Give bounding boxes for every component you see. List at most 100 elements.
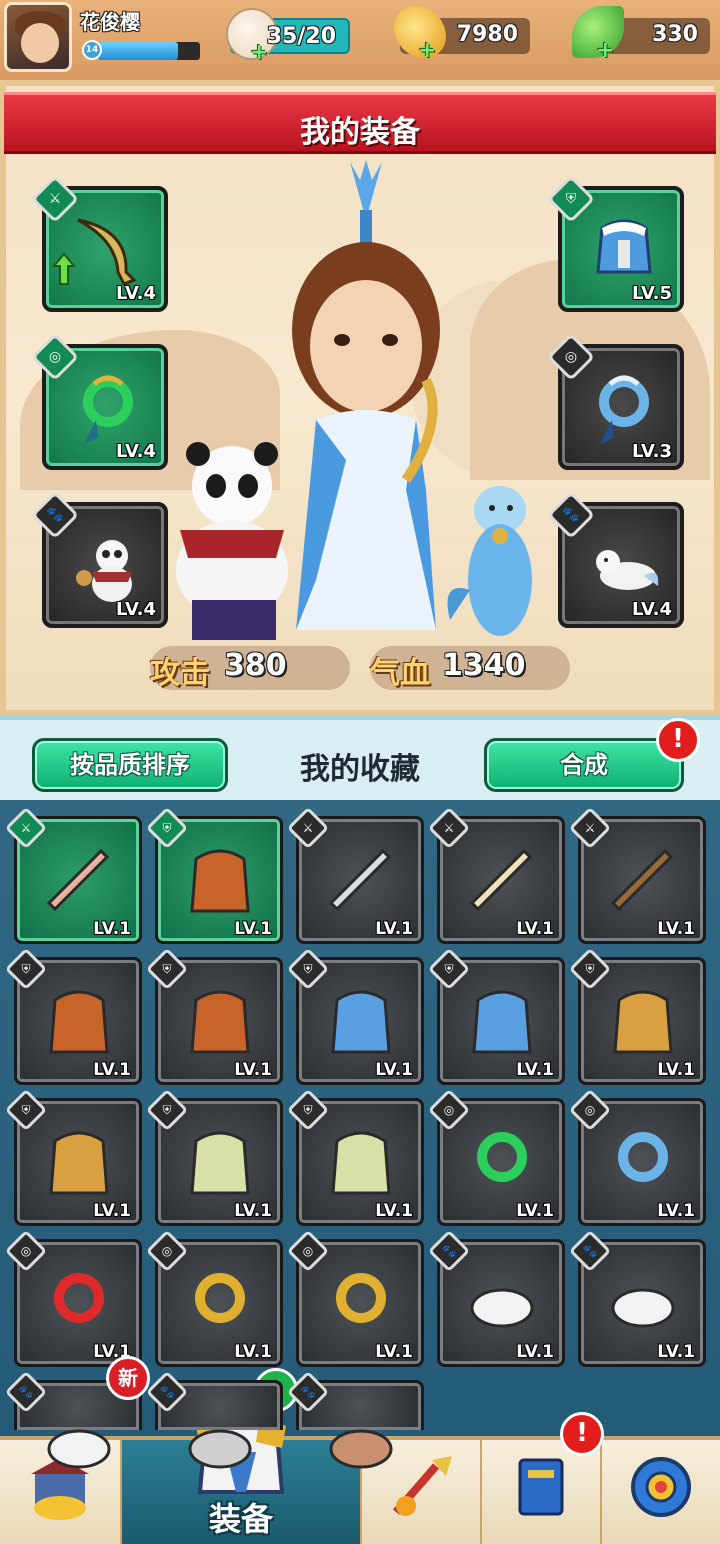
equipment-banner: 我的装备 bbox=[4, 92, 716, 154]
ferret-companion[interactable] bbox=[440, 470, 550, 640]
gold-dragon-pendant-icon bbox=[195, 1273, 245, 1323]
book-alert-icon: ! bbox=[560, 1412, 604, 1456]
weapon-slot[interactable]: ⚔ LV.4 bbox=[30, 174, 168, 312]
orange-robe-shape bbox=[190, 990, 250, 1054]
craft-button[interactable]: 合成 bbox=[484, 738, 684, 792]
add-gold-icon[interactable]: + bbox=[418, 40, 440, 62]
collection-item-orange-robe[interactable]: ⛨ LV.1 bbox=[145, 806, 283, 944]
item-level: LV.1 bbox=[516, 919, 554, 939]
blue-fur-armor-icon bbox=[331, 990, 391, 1054]
item-level: LV.1 bbox=[234, 1342, 272, 1362]
hp-label: 气血 bbox=[370, 656, 430, 691]
collection-item-white-squirrel[interactable]: 🐾 LV.1 bbox=[427, 1229, 565, 1367]
item-level: LV.1 bbox=[657, 1201, 695, 1221]
folding-fan-shape bbox=[469, 848, 533, 912]
item-level: LV.1 bbox=[93, 919, 131, 939]
item-level: LV.1 bbox=[234, 919, 272, 939]
collection-item-crossbow[interactable]: ⚔ LV.1 bbox=[568, 806, 706, 944]
hero-character[interactable] bbox=[276, 160, 456, 640]
collection-item-orange-robe[interactable]: ⛨ LV.1 bbox=[145, 947, 283, 1085]
green-tunic-shape bbox=[190, 1131, 250, 1195]
item-level: LV.1 bbox=[516, 1060, 554, 1080]
collection-item-blue-fur-armor[interactable]: ⛨ LV.1 bbox=[427, 947, 565, 1085]
item-level: LV.1 bbox=[516, 1342, 554, 1362]
nav-settings[interactable] bbox=[602, 1440, 720, 1544]
painted-fan-shape bbox=[46, 848, 110, 912]
blue-fur-armor-shape bbox=[472, 990, 532, 1054]
pet-slot[interactable]: 🐾 LV.4 bbox=[546, 490, 684, 628]
dragon-jade-pendant-icon bbox=[83, 375, 133, 444]
collection-item-gold-dragon-pendant[interactable]: ◎ LV.1 bbox=[286, 1229, 424, 1367]
collection-item-painted-fan[interactable]: ⚔ LV.1 bbox=[4, 806, 142, 944]
dragon-jade-pendant-shape bbox=[477, 1132, 527, 1182]
ice-dragon-pendant-shape bbox=[618, 1132, 668, 1182]
book-icon bbox=[518, 1458, 564, 1516]
item-level: LV.1 bbox=[375, 1342, 413, 1362]
jade-value: 330 bbox=[652, 22, 698, 47]
item-level: LV.1 bbox=[375, 1201, 413, 1221]
collection-item-green-tunic[interactable]: ⛨ LV.1 bbox=[145, 1088, 283, 1226]
green-tunic-icon bbox=[190, 1131, 250, 1195]
monkey-icon bbox=[329, 1429, 393, 1469]
xp-bar-fill bbox=[98, 42, 178, 60]
collection-item-folding-fan[interactable]: ⚔ LV.1 bbox=[427, 806, 565, 944]
white-squirrel-shape bbox=[611, 1288, 675, 1328]
slot-level: LV.4 bbox=[116, 283, 156, 304]
jade-resource[interactable]: + 330 bbox=[572, 6, 710, 62]
phoenix-pendant-shape bbox=[54, 1273, 104, 1323]
armor-slot[interactable]: ⛨ LV.5 bbox=[546, 174, 684, 312]
nav-equipment-label: 装备 bbox=[208, 1500, 273, 1538]
painted-fan-icon bbox=[46, 848, 110, 912]
item-level: LV.1 bbox=[375, 919, 413, 939]
attack-value: 380 bbox=[224, 648, 287, 683]
straight-sword-icon bbox=[328, 848, 392, 912]
item-level: LV.1 bbox=[516, 1201, 554, 1221]
collection-item-straight-sword[interactable]: ⚔ LV.1 bbox=[286, 806, 424, 944]
add-jade-icon[interactable]: + bbox=[596, 40, 618, 62]
player-level-badge: 14 bbox=[82, 40, 102, 60]
collection-item-monkey[interactable]: 🐾 bbox=[286, 1370, 424, 1469]
folding-fan-icon bbox=[469, 848, 533, 912]
green-tunic-icon bbox=[331, 1131, 391, 1195]
collection-item-green-tunic[interactable]: ⛨ LV.1 bbox=[286, 1088, 424, 1226]
orange-robe-shape bbox=[190, 849, 250, 913]
collection-item-pet[interactable]: 🐾 bbox=[145, 1370, 283, 1469]
stamina-value: 35/20 bbox=[266, 24, 336, 49]
ice-dragon-pendant-icon bbox=[599, 375, 649, 444]
collection-item-gold-shoulder-armor[interactable]: ⛨ LV.1 bbox=[568, 947, 706, 1085]
attack-label: 攻击 bbox=[150, 656, 210, 691]
pet-slot[interactable]: 🐾 LV.4 bbox=[30, 490, 168, 628]
collection-item-dragon-jade-pendant[interactable]: ◎ LV.1 bbox=[427, 1088, 565, 1226]
collection-item-phoenix-pendant[interactable]: ◎ LV.1 bbox=[4, 1229, 142, 1367]
collection-title: 我的收藏 bbox=[300, 752, 420, 787]
white-ferret-pet-icon bbox=[596, 550, 659, 590]
accessory-slot[interactable]: ◎ LV.3 bbox=[546, 332, 684, 470]
collection-item-orange-robe[interactable]: ⛨ LV.1 bbox=[4, 947, 142, 1085]
orange-robe-shape bbox=[49, 990, 109, 1054]
white-squirrel-icon bbox=[611, 1288, 675, 1328]
gold-resource[interactable]: + 7980 bbox=[394, 6, 530, 62]
collection-item-blue-fur-armor[interactable]: ⛨ LV.1 bbox=[286, 947, 424, 1085]
collection-item-gold-shoulder-armor[interactable]: ⛨ LV.1 bbox=[4, 1088, 142, 1226]
slot-level: LV.3 bbox=[632, 441, 672, 462]
collection-item-gold-dragon-pendant[interactable]: ◎ LV.1 bbox=[145, 1229, 283, 1367]
panda-pet-icon bbox=[76, 540, 132, 602]
item-level: LV.1 bbox=[657, 919, 695, 939]
gold-value: 7980 bbox=[456, 22, 518, 47]
orange-robe-icon bbox=[49, 990, 109, 1054]
collection-item-white-squirrel[interactable]: 🐾 LV.1 bbox=[568, 1229, 706, 1367]
accessory-slot[interactable]: ◎ LV.4 bbox=[30, 332, 168, 470]
crossbow-icon bbox=[610, 848, 674, 912]
hp-value: 1340 bbox=[442, 648, 526, 683]
blue-fur-armor-icon bbox=[472, 990, 532, 1054]
stamina-resource[interactable]: + 35/20 bbox=[226, 8, 350, 64]
monkey-shape bbox=[329, 1429, 393, 1469]
new-item-badge: 新 bbox=[106, 1356, 150, 1400]
slot-level: LV.4 bbox=[116, 599, 156, 620]
sort-by-quality-button[interactable]: 按品质排序 bbox=[32, 738, 228, 792]
collection-item-ice-dragon-pendant[interactable]: ◎ LV.1 bbox=[568, 1088, 706, 1226]
player-name: 花俊樱 bbox=[80, 10, 140, 34]
item-level: LV.1 bbox=[93, 1201, 131, 1221]
panda-companion[interactable] bbox=[168, 440, 298, 640]
player-avatar[interactable] bbox=[4, 2, 72, 72]
